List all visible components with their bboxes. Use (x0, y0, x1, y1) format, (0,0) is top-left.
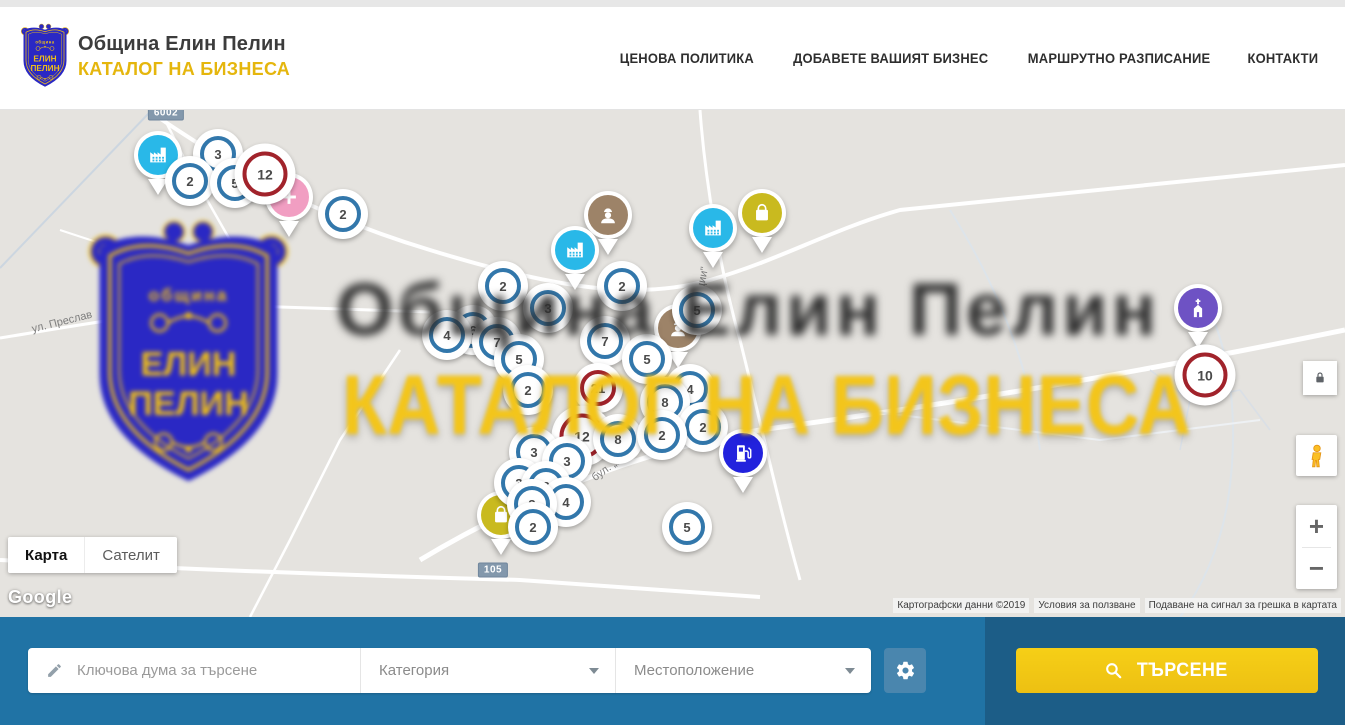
bag-icon (742, 193, 782, 233)
attribution-copyright: Картографски данни ©2019 (893, 598, 1029, 613)
cluster-count: 2 (529, 520, 536, 535)
map-cluster-marker[interactable]: 2 (318, 189, 368, 239)
site-logo-link[interactable]: Община Елин Пелин КАТАЛОГ НА БИЗНЕСА (20, 22, 290, 90)
top-strip (0, 0, 1345, 7)
cluster-count: 12 (257, 166, 273, 182)
page: Община Елин Пелин КАТАЛОГ НА БИЗНЕСА ЦЕН… (0, 0, 1345, 725)
pegman-control[interactable] (1296, 435, 1337, 476)
cluster-count: 3 (563, 454, 570, 469)
map-cluster-marker[interactable]: 5 (662, 502, 712, 552)
factory-icon (693, 208, 733, 248)
nav-item[interactable]: КОНТАКТИ (1248, 51, 1319, 66)
map-attribution: Картографски данни ©2019 Условия за полз… (893, 598, 1341, 613)
pencil-icon (46, 662, 63, 679)
search-fields-group: Категория Местоположение (28, 648, 871, 693)
cluster-ring: 2 (515, 509, 551, 545)
location-select[interactable]: Местоположение (615, 648, 871, 693)
cluster-count: 4 (562, 495, 569, 510)
advanced-search-button[interactable] (884, 648, 926, 693)
cluster-ring: 12 (243, 152, 288, 197)
map-type-control: Карта Сателит (8, 537, 177, 573)
cluster-count: 3 (214, 147, 221, 162)
pin-tail (752, 237, 772, 253)
search-bar: Категория Местоположение ТЪРСЕНЕ (0, 617, 1345, 725)
municipality-crest-icon (20, 22, 70, 90)
factory-icon (555, 230, 595, 270)
watermark-subtitle: КАТАЛОГ НА БИЗНЕСА (342, 357, 1191, 454)
category-select[interactable]: Категория (360, 648, 615, 693)
gear-icon (895, 660, 916, 681)
zoom-in-button[interactable]: + (1296, 505, 1337, 547)
cluster-count: 2 (339, 207, 346, 222)
site-subtitle: КАТАЛОГ НА БИЗНЕСА (78, 59, 290, 80)
cluster-ring: 2 (325, 196, 361, 232)
cluster-count: 5 (683, 520, 690, 535)
search-icon (1104, 661, 1123, 680)
logo-texts: Община Елин Пелин КАТАЛОГ НА БИЗНЕСА (78, 33, 290, 80)
pin-tail (598, 239, 618, 255)
worker-icon (588, 195, 628, 235)
cluster-ring: 5 (669, 509, 705, 545)
site-title: Община Елин Пелин (78, 33, 290, 56)
pin-tail (703, 252, 723, 268)
nav-item[interactable]: ЦЕНОВА ПОЛИТИКА (620, 51, 754, 66)
chevron-down-icon (845, 668, 855, 674)
zoom-out-button[interactable]: − (1296, 548, 1337, 590)
map-cluster-marker[interactable]: 2 (508, 502, 558, 552)
map-type-satellite-button[interactable]: Сателит (84, 537, 177, 573)
lock-icon (1312, 370, 1328, 386)
search-submit-button[interactable]: ТЪРСЕНЕ (1016, 648, 1318, 693)
google-logo[interactable]: Google (8, 587, 72, 608)
nav-item[interactable]: ДОБАВЕТЕ ВАШИЯТ БИЗНЕС (793, 51, 988, 66)
map-cluster-marker[interactable]: 12 (235, 144, 296, 205)
attribution-report-link[interactable]: Подаване на сигнал за грешка в картата (1145, 598, 1341, 613)
keyword-field (28, 648, 360, 693)
main-nav: ЦЕНОВА ПОЛИТИКА ДОБАВЕТЕ ВАШИЯТ БИЗНЕС МАР… (617, 7, 1320, 110)
cluster-count: 10 (1197, 367, 1213, 383)
map-canvas[interactable]: 6002105ул. Преславбул. „Новоселции"32512… (0, 110, 1345, 617)
search-button-label: ТЪРСЕНЕ (1137, 660, 1228, 682)
watermark-title: Община Елин Пелин (336, 267, 1160, 352)
location-select-label: Местоположение (634, 662, 754, 679)
cluster-count: 2 (186, 174, 193, 189)
watermark-crest-icon (85, 215, 292, 493)
chevron-down-icon (589, 668, 599, 674)
attribution-terms-link[interactable]: Условия за ползване (1034, 598, 1139, 613)
pegman-icon (1304, 443, 1330, 469)
pin-tail (733, 477, 753, 493)
category-select-label: Категория (379, 662, 449, 679)
keyword-search-input[interactable] (75, 661, 360, 680)
pin-tail (491, 539, 511, 555)
nav-item[interactable]: МАРШРУТНО РАЗПИСАНИЕ (1028, 51, 1210, 66)
map-type-map-button[interactable]: Карта (8, 537, 84, 573)
zoom-control: + − (1296, 505, 1337, 589)
map-cluster-marker[interactable]: 2 (165, 156, 215, 206)
site-header: Община Елин Пелин КАТАЛОГ НА БИЗНЕСА ЦЕН… (0, 7, 1345, 110)
lock-control[interactable] (1303, 361, 1337, 395)
cluster-ring: 2 (172, 163, 208, 199)
church-icon (1178, 288, 1218, 328)
